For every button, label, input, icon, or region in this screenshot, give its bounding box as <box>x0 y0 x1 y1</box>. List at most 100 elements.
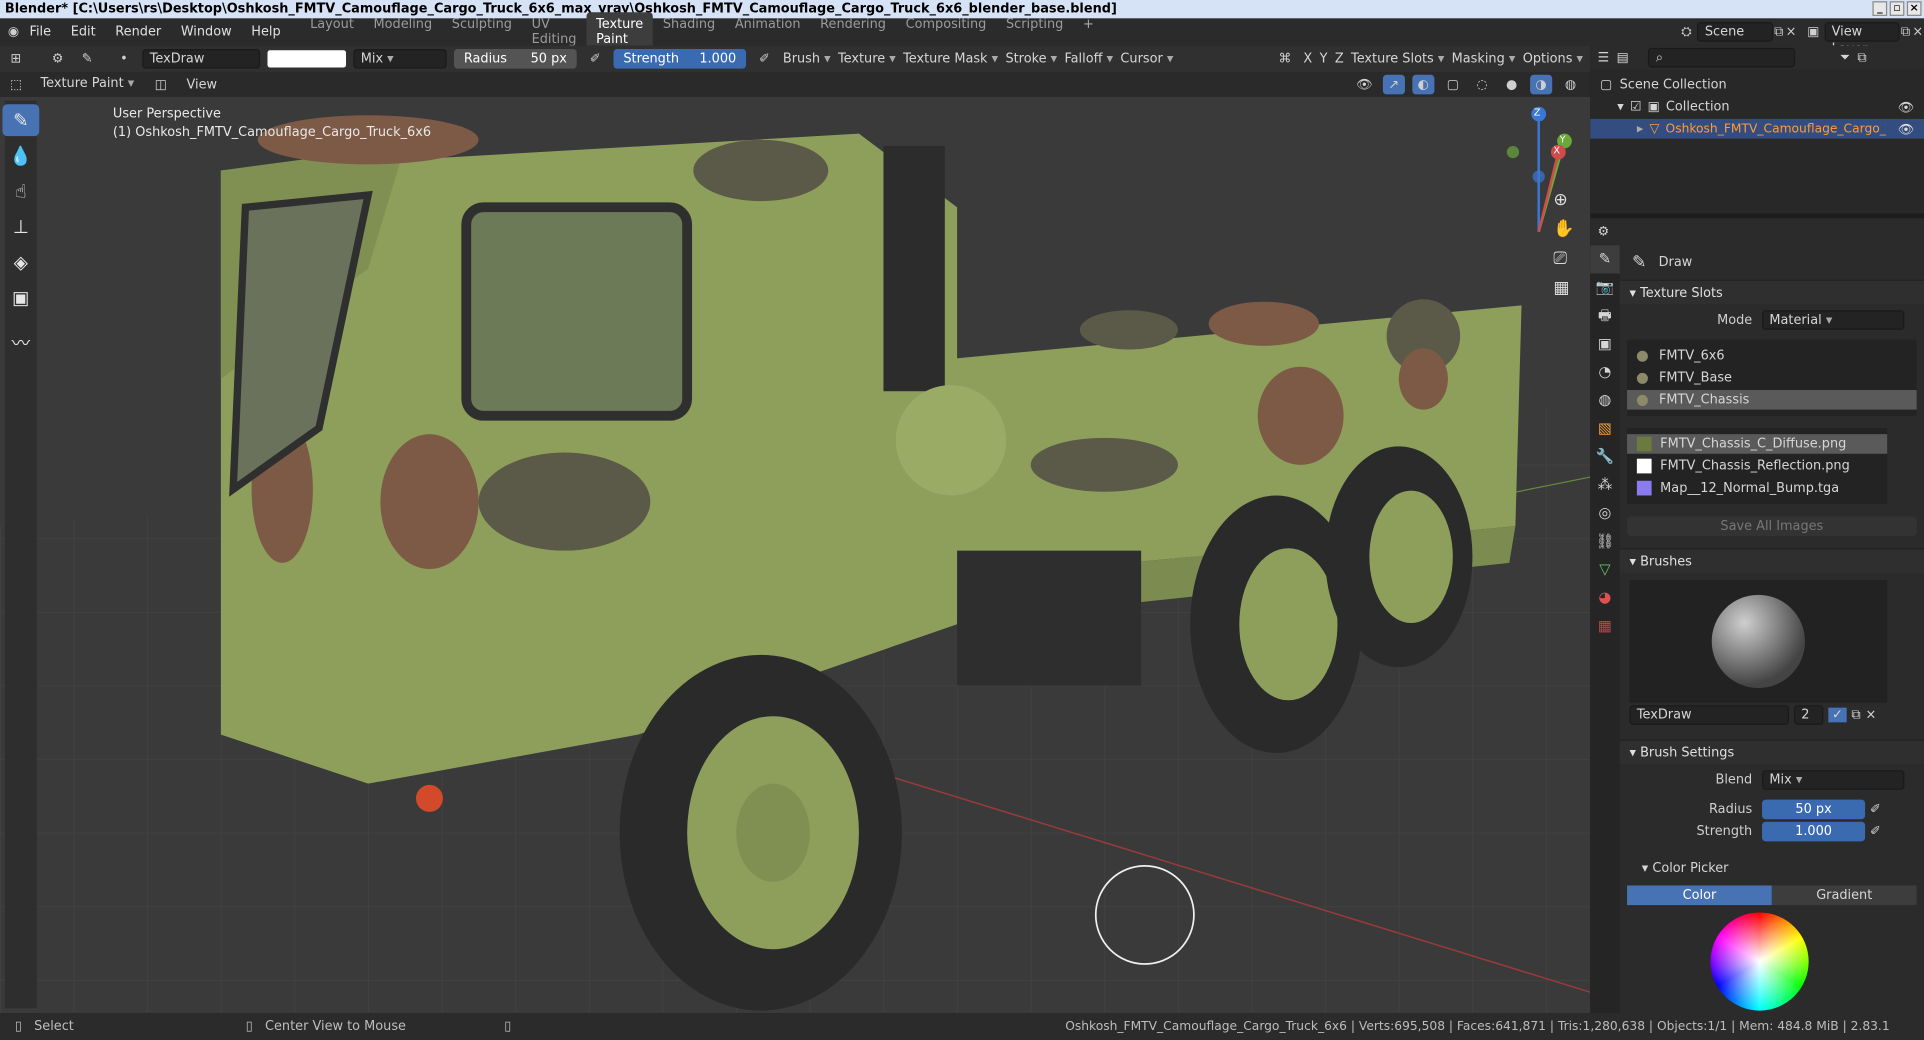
modifier-tab-icon[interactable]: 🔧 <box>1590 443 1619 471</box>
object-tab-icon[interactable]: ▧ <box>1590 415 1619 443</box>
brush-blend-dropdown[interactable]: Mix <box>1762 770 1905 790</box>
menu-edit[interactable]: Edit <box>61 25 106 40</box>
constraints-tab-icon[interactable]: ⛓ <box>1590 527 1619 555</box>
tab-gradient[interactable]: Gradient <box>1771 885 1917 906</box>
falloff-menu[interactable]: Falloff <box>1064 52 1113 67</box>
material-item[interactable]: FMTV_Chassis <box>1627 390 1917 410</box>
radius-pressure-icon[interactable]: ✐ <box>584 49 606 69</box>
delete-scene-icon[interactable]: × <box>1785 22 1797 42</box>
brush-users-field[interactable]: 2 <box>1793 705 1824 725</box>
expand-arrow-icon[interactable]: ▾ <box>1617 99 1623 114</box>
image-item[interactable]: FMTV_Chassis_C_Diffuse.png <box>1627 434 1888 454</box>
material-item[interactable]: FMTV_Base <box>1627 368 1917 388</box>
strength-pressure-icon[interactable]: ✐ <box>1870 824 1881 839</box>
menu-file[interactable]: File <box>20 25 61 40</box>
unlink-brush-icon[interactable]: × <box>1865 708 1876 723</box>
editor-type-icon[interactable]: ⊞ <box>5 49 27 69</box>
tab-color[interactable]: Color <box>1627 885 1772 906</box>
fake-user-icon[interactable]: ✓ <box>1828 707 1847 723</box>
mask-tool-icon[interactable]: ▣ <box>2 282 39 314</box>
outliner-collection[interactable]: ▾ ☑ ▣ Collection 👁 <box>1590 97 1924 117</box>
options-menu[interactable]: Options <box>1523 52 1583 67</box>
radius-slider[interactable]: Radius 50 px <box>454 49 577 69</box>
rendered-shading-icon[interactable]: ◍ <box>1559 75 1581 95</box>
brush-settings-panel-header[interactable]: ▾ Brush Settings <box>1619 739 1924 765</box>
outliner-search-field[interactable]: ⌕ <box>1648 47 1796 68</box>
wireframe-shading-icon[interactable]: ◌ <box>1471 75 1493 95</box>
scene-field[interactable]: Scene <box>1697 22 1773 42</box>
axis-y-toggle[interactable]: Y <box>1320 52 1328 67</box>
zoom-icon[interactable]: ⊕ <box>1553 190 1574 210</box>
maximize-button[interactable]: ▫ <box>1889 1 1905 16</box>
gizmo-x-label[interactable]: X <box>1553 145 1560 156</box>
data-tab-icon[interactable]: ▽ <box>1590 556 1619 584</box>
view-layer-field[interactable]: View Layer <box>1824 22 1900 56</box>
texture-menu[interactable]: Texture <box>838 52 896 67</box>
brush-icon[interactable]: ✎ <box>76 49 98 69</box>
ortho-grid-icon[interactable]: ▦ <box>1553 278 1574 298</box>
soften-tool-icon[interactable]: 💧 <box>2 140 39 172</box>
view-layer-tab-icon[interactable]: ▣ <box>1590 330 1619 358</box>
outliner-editor-icon[interactable]: ☰ <box>1598 50 1610 65</box>
new-collection-icon[interactable]: ⧉ <box>1857 50 1866 66</box>
material-shading-icon[interactable]: ◑ <box>1530 74 1553 95</box>
brush-preview-icon[interactable] <box>1711 594 1805 689</box>
axis-x-toggle[interactable]: X <box>1303 52 1312 67</box>
texture-tab-icon[interactable]: ▦ <box>1590 612 1619 640</box>
brush-name-field[interactable]: TexDraw <box>1629 705 1790 725</box>
properties-editor-icon[interactable]: ⚙ <box>1598 224 1610 239</box>
brush-name-field[interactable]: TexDraw <box>142 49 261 69</box>
eye-icon[interactable]: 👁 <box>1898 99 1914 115</box>
gizmo-toggle-icon[interactable]: ↗ <box>1382 74 1405 95</box>
blend-dropdown[interactable]: Mix <box>353 49 447 69</box>
solid-shading-icon[interactable]: ● <box>1501 75 1523 95</box>
color-wheel[interactable] <box>1710 912 1809 1011</box>
material-item[interactable]: FMTV_6x6 <box>1627 346 1917 366</box>
delete-view-layer-icon[interactable]: × <box>1912 22 1924 42</box>
tool-tab-icon[interactable]: ✎ <box>1590 245 1620 274</box>
camera-icon[interactable]: ⎚ <box>1553 249 1574 269</box>
brush-radius-slider[interactable]: 50 px <box>1762 799 1866 820</box>
gizmo-y-label[interactable]: Y <box>1560 134 1566 145</box>
cursor-menu[interactable]: Cursor <box>1120 52 1173 67</box>
mode-dropdown[interactable]: Texture Paint <box>34 74 143 95</box>
texture-slots-panel-header[interactable]: ▾ Texture Slots <box>1619 279 1924 305</box>
world-tab-icon[interactable]: ◍ <box>1590 386 1619 414</box>
3d-viewport[interactable]: User Perspective (1) Oshkosh_FMTV_Camouf… <box>0 96 1591 1014</box>
eye-icon[interactable]: 👁 <box>1898 121 1914 137</box>
view-menu[interactable]: View <box>187 77 218 92</box>
xray-icon[interactable]: ▢ <box>1442 75 1464 95</box>
draw-tool-icon[interactable]: ✎ <box>2 104 40 137</box>
display-mode-icon[interactable]: ▤ <box>1617 50 1629 65</box>
texture-mask-menu[interactable]: Texture Mask <box>903 52 998 67</box>
clone-tool-icon[interactable]: ⊥ <box>2 211 39 243</box>
menu-window[interactable]: Window <box>171 25 241 40</box>
strength-pressure-icon[interactable]: ✐ <box>753 49 775 69</box>
menu-render[interactable]: Render <box>105 25 171 40</box>
brush-color-swatch[interactable] <box>267 50 347 68</box>
pan-hand-icon[interactable]: ✋ <box>1553 220 1574 240</box>
minimize-button[interactable]: _ <box>1872 1 1888 16</box>
gizmo-z-label[interactable]: Z <box>1534 107 1541 118</box>
particles-tab-icon[interactable]: ⁂ <box>1590 471 1619 499</box>
color-picker-panel-header[interactable]: ▾ Color Picker <box>1642 861 1924 876</box>
axis-z-toggle[interactable]: Z <box>1335 52 1344 67</box>
slot-mode-dropdown[interactable]: Material <box>1762 310 1905 330</box>
expand-arrow-icon[interactable]: ▸ <box>1637 121 1643 136</box>
physics-tab-icon[interactable]: ◎ <box>1590 499 1619 527</box>
visibility-icon[interactable]: 👁 <box>1353 75 1375 95</box>
slot-icon[interactable]: ◫ <box>150 75 172 95</box>
brush-menu[interactable]: Brush <box>783 52 831 67</box>
stroke-menu[interactable]: Stroke <box>1005 52 1057 67</box>
outliner-scene-collection[interactable]: ▢ Scene Collection <box>1590 75 1924 95</box>
new-view-layer-icon[interactable]: ⧉ <box>1899 22 1911 42</box>
duplicate-brush-icon[interactable]: ⧉ <box>1851 707 1860 723</box>
checkbox-icon[interactable]: ☑ <box>1630 99 1642 114</box>
blender-logo-icon[interactable]: ◉ <box>7 22 19 42</box>
render-tab-icon[interactable]: 📷 <box>1590 273 1619 301</box>
brush-strength-slider[interactable]: 1.000 <box>1762 821 1866 842</box>
annotate-tool-icon[interactable]: 〰 <box>2 326 39 358</box>
smear-tool-icon[interactable]: ☝ <box>2 175 39 207</box>
filter-icon[interactable]: ⏷ <box>1840 50 1850 66</box>
save-all-images-button[interactable]: Save All Images <box>1627 516 1917 536</box>
